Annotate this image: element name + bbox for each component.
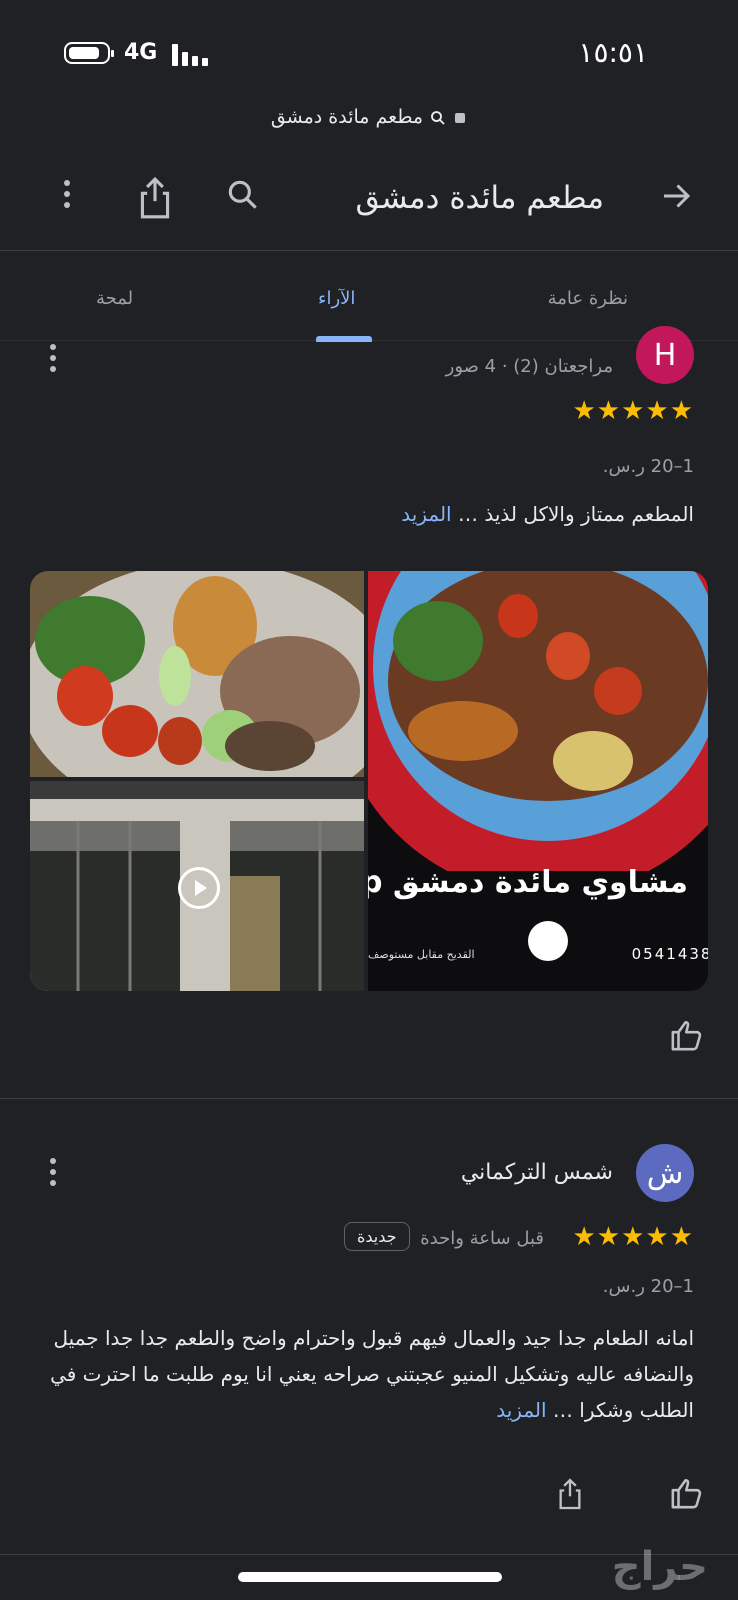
share-icon[interactable] (556, 1477, 584, 1515)
play-icon[interactable] (178, 867, 220, 909)
url-text: مطعم مائدة دمشق (270, 106, 424, 128)
search-icon (431, 110, 445, 125)
price-range: 1–20 ر.س. (602, 456, 694, 477)
url-bar[interactable]: مطعم مائدة دمشق (0, 106, 738, 128)
share-icon[interactable] (136, 176, 174, 224)
review-more-icon[interactable] (48, 1158, 58, 1191)
search-icon[interactable] (224, 176, 262, 218)
home-indicator[interactable] (238, 1572, 502, 1582)
poster-title: مشاوي مائدة دمشق Vip (368, 865, 688, 900)
clock: ١٥:٥١ (578, 36, 648, 69)
reviewer-subtitle: مراجعتان (2) · 4 صور (445, 356, 613, 377)
review-time: قبل ساعة واحدة (420, 1228, 544, 1249)
thumbs-up-icon[interactable] (670, 1019, 704, 1055)
back-arrow-icon[interactable] (658, 178, 694, 223)
signal-icon (172, 42, 212, 66)
battery-icon (64, 42, 114, 64)
review-photo-poster[interactable]: مشاوي مائدة دمشق Vip 05414384 القديح مقا… (368, 571, 708, 991)
reviewer-name[interactable]: شمس التركماني (461, 1160, 613, 1185)
review-divider (0, 1098, 738, 1099)
avatar[interactable]: ش (636, 1144, 694, 1202)
watermark: حراج (611, 1544, 708, 1590)
network-type: 4G (124, 40, 158, 65)
page-title: مطعم مائدة دمشق (355, 180, 604, 216)
price-range: 1–20 ر.س. (602, 1276, 694, 1297)
more-link[interactable]: المزيد (496, 1398, 546, 1422)
review-video-thumbnail[interactable] (30, 781, 364, 991)
review-more-icon[interactable] (48, 344, 58, 377)
more-options-icon[interactable] (62, 180, 72, 213)
poster-address: القديح مقابل مستوصف (368, 948, 475, 961)
tab-overview[interactable]: نظرة عامة (548, 288, 628, 309)
thumbs-up-icon[interactable] (670, 1477, 704, 1513)
tab-reviews[interactable]: الآراء (318, 288, 355, 309)
poster-phone: 05414384 (631, 945, 708, 963)
review-text: المطعم ممتاز والاكل لذيذ … المزيد (401, 502, 694, 526)
review-text: امانه الطعام جدا جيد والعمال فيهم قبول و… (50, 1326, 694, 1422)
tab-about[interactable]: لمحة (96, 288, 133, 309)
rating-stars: ★★★★★ (572, 1222, 694, 1252)
active-tab-indicator (316, 336, 372, 342)
lock-icon (455, 112, 466, 123)
review-photo[interactable] (30, 571, 364, 777)
rating-stars: ★★★★★ (572, 396, 694, 426)
avatar[interactable]: H (636, 326, 694, 384)
new-badge: جديدة (344, 1222, 410, 1251)
poster-logo (528, 921, 568, 961)
more-link[interactable]: المزيد (401, 502, 451, 526)
